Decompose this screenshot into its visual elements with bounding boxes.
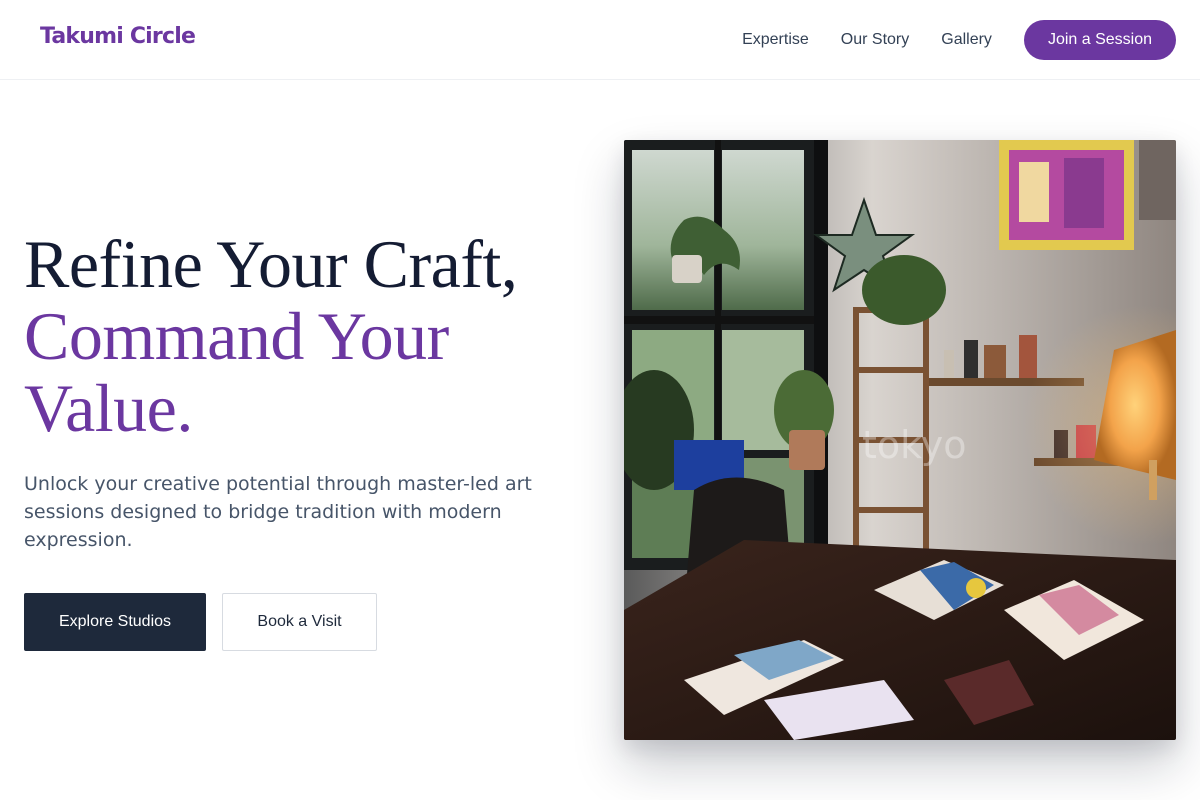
- book-visit-button[interactable]: Book a Visit: [222, 593, 377, 651]
- image-watermark: tokyo: [862, 423, 967, 467]
- hero-title-line-1: Refine Your Craft,: [24, 226, 518, 302]
- brand-logo[interactable]: Takumi Circle: [40, 24, 196, 49]
- hero-title-line-3: Value.: [24, 370, 193, 446]
- nav-link-expertise[interactable]: Expertise: [742, 31, 809, 49]
- main-nav: Expertise Our Story Gallery Join a Sessi…: [710, 20, 1176, 60]
- nav-link-gallery[interactable]: Gallery: [941, 31, 992, 49]
- site-header: Takumi Circle Expertise Our Story Galler…: [0, 0, 1200, 80]
- hero-title-line-2: Command Your: [24, 298, 449, 374]
- hero-subtitle: Unlock your creative potential through m…: [24, 473, 532, 551]
- join-session-button[interactable]: Join a Session: [1023, 20, 1176, 60]
- hero-title: Refine Your Craft, Command Your Value.: [24, 228, 604, 444]
- hero-studio-photo: tokyo: [624, 140, 1176, 740]
- nav-link-our-story[interactable]: Our Story: [841, 31, 909, 49]
- explore-studios-button[interactable]: Explore Studios: [24, 593, 206, 651]
- hero-actions: Explore Studios Book a Visit: [24, 593, 377, 651]
